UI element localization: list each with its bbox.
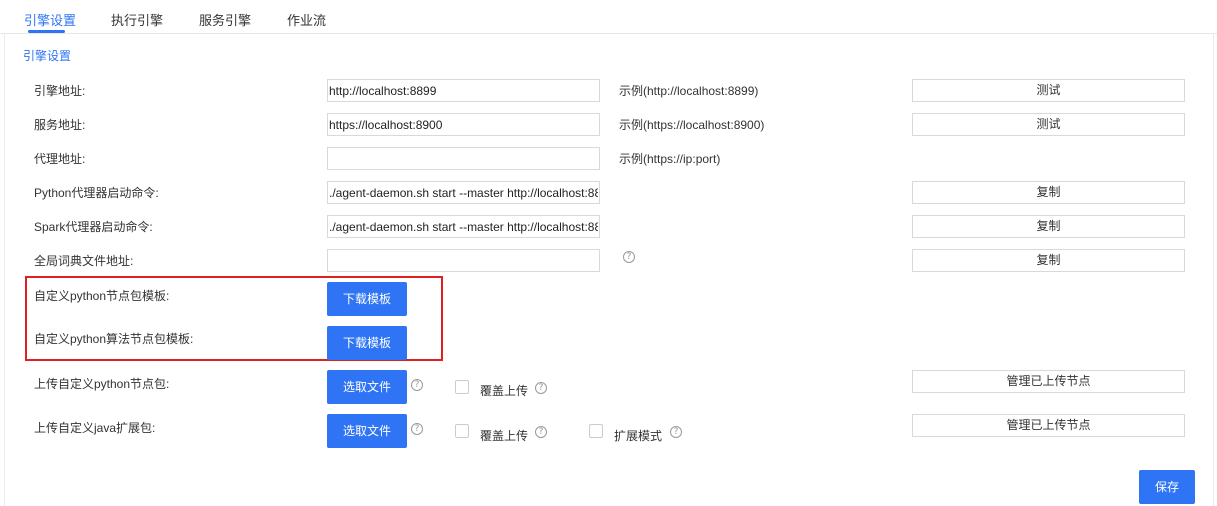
select-python-file-button[interactable]: 选取文件 (327, 370, 407, 404)
proxy-address-input[interactable] (327, 147, 600, 170)
engine-address-example: 示例(http://localhost:8899) (619, 84, 759, 98)
download-python-algo-template-button[interactable]: 下载模板 (327, 326, 407, 360)
python-agent-cmd-input[interactable] (327, 181, 600, 204)
proxy-address-label: 代理地址: (34, 152, 86, 166)
service-address-input[interactable] (327, 113, 600, 136)
dictionary-path-input[interactable] (327, 249, 600, 272)
engine-address-input[interactable] (327, 79, 600, 102)
help-icon[interactable]: ? (670, 426, 682, 438)
section-title: 引擎设置 (23, 49, 72, 63)
download-python-node-template-button[interactable]: 下载模板 (327, 282, 407, 316)
overwrite-upload-label: 覆盖上传 (480, 384, 529, 398)
tab-execution-engine[interactable]: 执行引擎 (111, 10, 163, 29)
help-icon[interactable]: ? (535, 426, 547, 438)
spark-agent-cmd-input[interactable] (327, 215, 600, 238)
help-icon[interactable]: ? (535, 382, 547, 394)
save-button[interactable]: 保存 (1139, 470, 1195, 504)
dictionary-copy-button[interactable]: 复制 (912, 249, 1185, 272)
upload-python-node-label: 上传自定义python节点包: (34, 377, 170, 391)
extension-mode-checkbox[interactable] (589, 424, 603, 438)
dictionary-path-label: 全局词典文件地址: (34, 254, 134, 268)
upload-java-ext-label: 上传自定义java扩展包: (34, 421, 156, 435)
service-test-button[interactable]: 测试 (912, 113, 1185, 136)
engine-test-button[interactable]: 测试 (912, 79, 1185, 102)
help-icon[interactable]: ? (411, 423, 423, 435)
tab-service-engine[interactable]: 服务引擎 (199, 10, 251, 29)
java-overwrite-upload-checkbox[interactable] (455, 424, 469, 438)
java-overwrite-upload-label: 覆盖上传 (480, 429, 529, 443)
manage-python-nodes-button[interactable]: 管理已上传节点 (912, 370, 1185, 393)
python-node-template-label: 自定义python节点包模板: (34, 289, 170, 303)
engine-address-label: 引擎地址: (34, 84, 86, 98)
help-icon[interactable]: ? (411, 379, 423, 391)
spark-agent-cmd-label: Spark代理器启动命令: (34, 220, 153, 234)
tab-bar: 引擎设置 执行引擎 服务引擎 作业流 (0, 0, 1217, 34)
tab-engine-settings[interactable]: 引擎设置 (24, 10, 76, 29)
python-algo-template-label: 自定义python算法节点包模板: (34, 332, 194, 346)
extension-mode-label: 扩展模式 (614, 429, 663, 443)
select-java-file-button[interactable]: 选取文件 (327, 414, 407, 448)
help-icon[interactable]: ? (623, 251, 635, 263)
service-address-example: 示例(https://localhost:8900) (619, 118, 765, 132)
proxy-address-example: 示例(https://ip:port) (619, 152, 721, 166)
tab-workflow[interactable]: 作业流 (287, 10, 326, 29)
python-agent-cmd-label: Python代理器启动命令: (34, 186, 159, 200)
service-address-label: 服务地址: (34, 118, 86, 132)
python-agent-copy-button[interactable]: 复制 (912, 181, 1185, 204)
overwrite-upload-checkbox[interactable] (455, 380, 469, 394)
manage-java-nodes-button[interactable]: 管理已上传节点 (912, 414, 1185, 437)
spark-agent-copy-button[interactable]: 复制 (912, 215, 1185, 238)
